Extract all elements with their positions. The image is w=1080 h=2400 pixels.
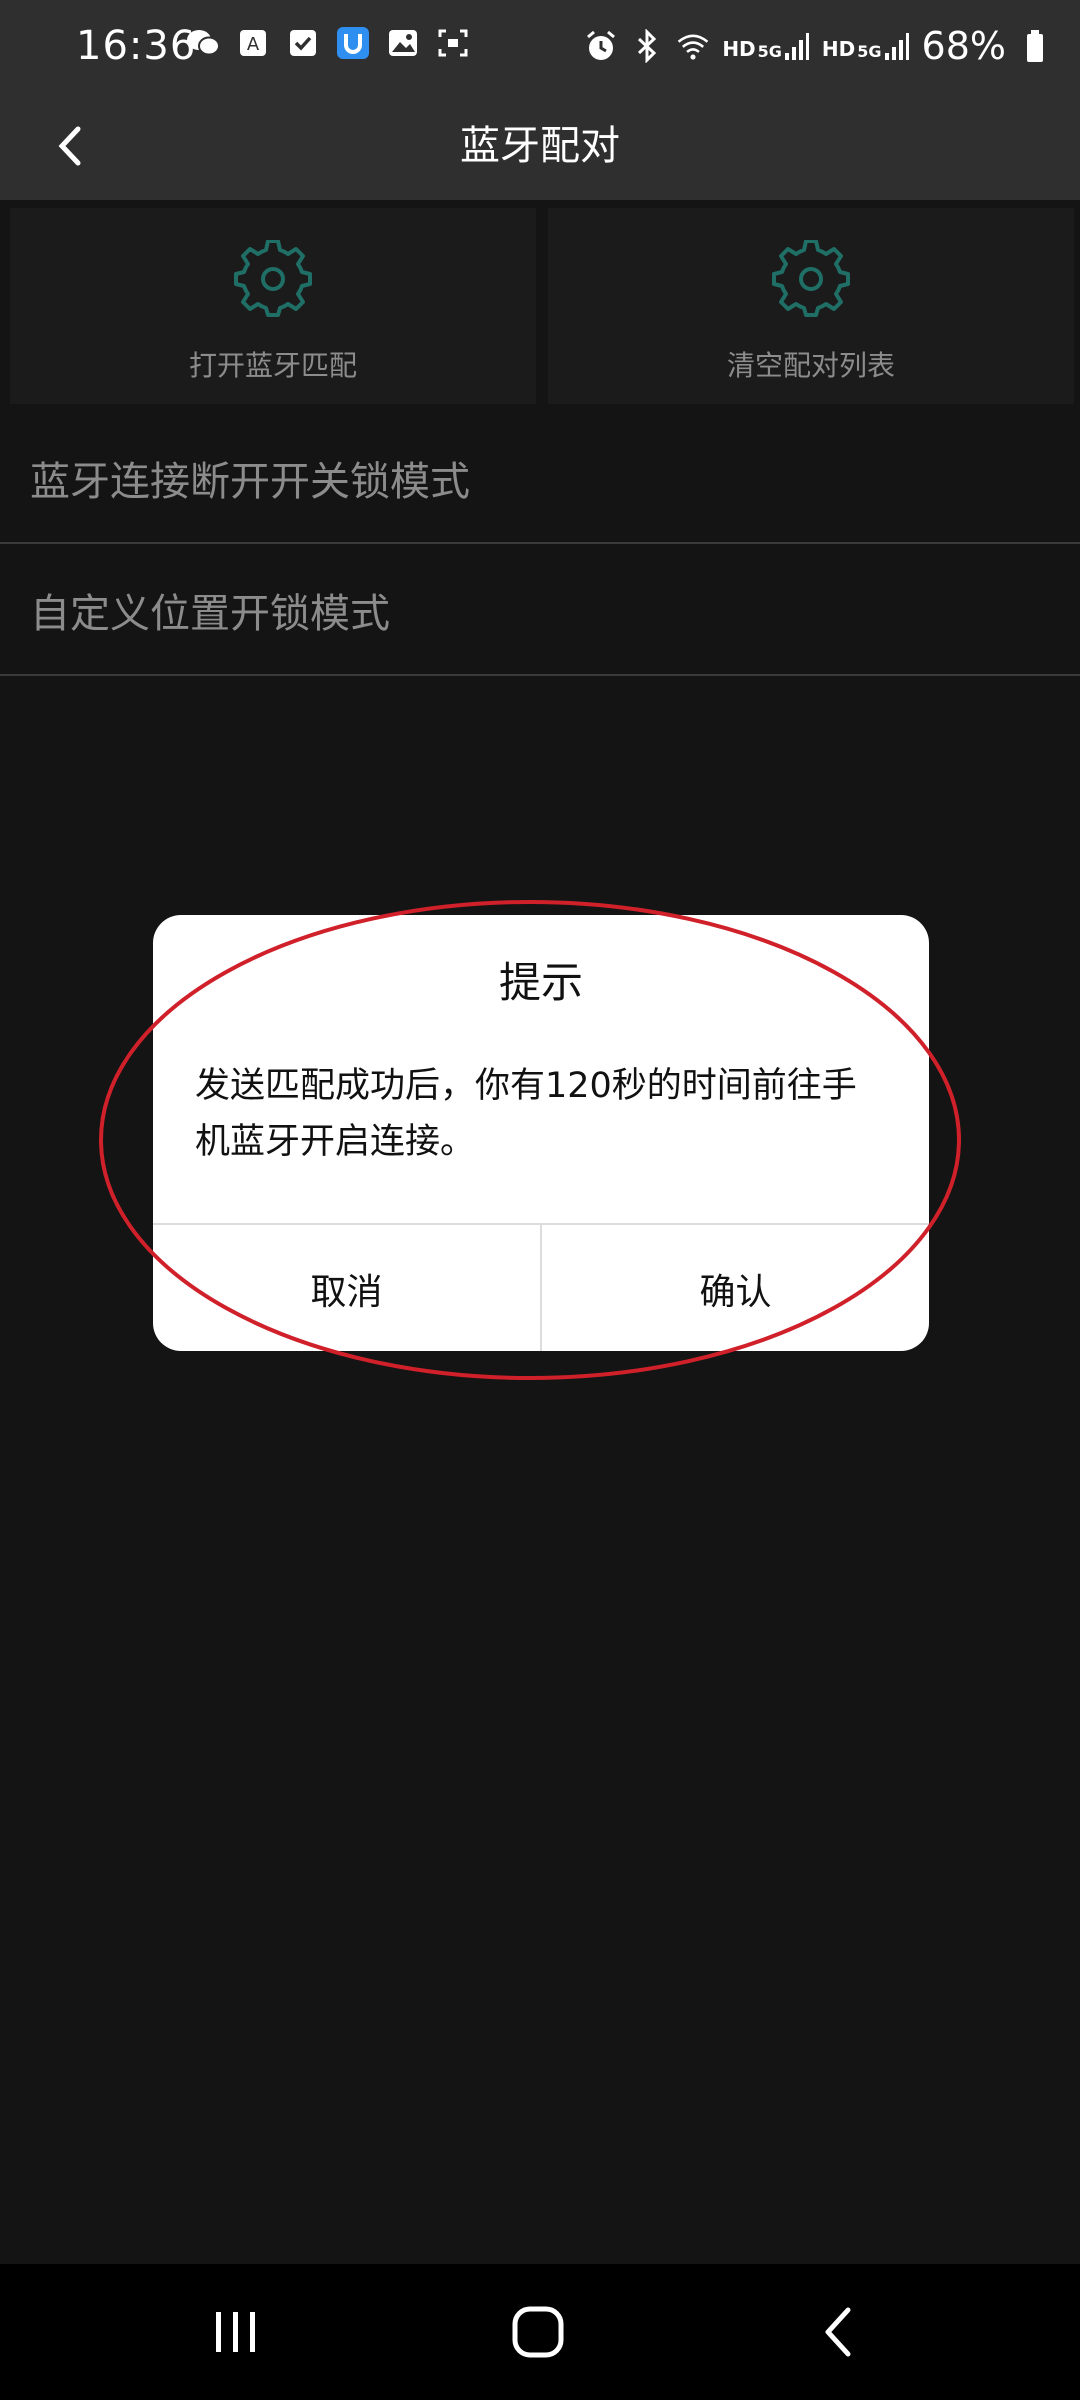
dialog-actions: 取消 确认 — [153, 1223, 929, 1351]
hd-5g-signal-icon: HD 5G — [722, 31, 810, 61]
list-item-label: 自定义位置开锁模式 — [30, 591, 390, 637]
tile-label-clear-list: 清空配对列表 — [726, 349, 895, 382]
checkbox-icon — [286, 26, 320, 60]
app-bar: 蓝牙配对 — [0, 92, 1080, 200]
wifi-icon — [676, 29, 710, 63]
bluetooth-icon — [630, 29, 664, 63]
alarm-icon — [584, 29, 618, 63]
tile-label-open-pairing: 打开蓝牙匹配 — [188, 349, 357, 382]
home-button[interactable] — [488, 2292, 588, 2372]
action-tiles: 打开蓝牙匹配 清空配对列表 — [0, 200, 1080, 412]
recent-apps-icon — [216, 2312, 255, 2352]
screenshot-icon — [436, 26, 470, 60]
open-bluetooth-pairing-tile[interactable]: 打开蓝牙匹配 — [10, 208, 536, 404]
page-title: 蓝牙配对 — [460, 123, 620, 169]
status-time: 16:36 — [76, 23, 197, 69]
wechat-icon — [186, 26, 220, 60]
list-item-custom-location-unlock-mode[interactable]: 自定义位置开锁模式 — [0, 544, 1080, 676]
confirm-button[interactable]: 确认 — [542, 1225, 929, 1351]
back-icon — [825, 2307, 851, 2357]
battery-percent: 68% — [921, 24, 1006, 68]
gear-icon — [234, 240, 312, 317]
list-item-bluetooth-disconnect-lock-mode[interactable]: 蓝牙连接断开开关锁模式 — [0, 412, 1080, 544]
gallery-icon — [386, 26, 420, 60]
prompt-dialog: 提示 发送匹配成功后，你有120秒的时间前往手机蓝牙开启连接。 取消 确认 — [153, 915, 929, 1351]
cancel-button[interactable]: 取消 — [153, 1225, 542, 1351]
nav-back-button[interactable] — [790, 2292, 890, 2372]
home-icon — [512, 2306, 564, 2358]
translate-icon: A — [236, 26, 270, 60]
status-right-icons: HD 5G HD 5G 68% — [584, 22, 1052, 70]
hd-5g-signal-icon: HD 5G — [822, 31, 910, 61]
dialog-message: 发送匹配成功后，你有120秒的时间前往手机蓝牙开启连接。 — [195, 1066, 857, 1162]
navigation-bar — [0, 2264, 1080, 2400]
gear-icon — [772, 240, 850, 317]
svg-text:A: A — [247, 34, 260, 55]
recent-apps-button[interactable] — [186, 2292, 286, 2372]
battery-icon — [1018, 29, 1052, 63]
status-left-icons: A — [186, 26, 470, 60]
dialog-title: 提示 — [498, 958, 583, 1007]
clear-pairing-list-tile[interactable]: 清空配对列表 — [548, 208, 1074, 404]
list-item-label: 蓝牙连接断开开关锁模式 — [30, 459, 470, 505]
screen: 16:36 A HD 5G HD 5G 68% 蓝牙配对 打开蓝牙匹配 清空配对… — [0, 0, 1080, 2400]
status-bar: 16:36 A HD 5G HD 5G 68% — [0, 0, 1080, 92]
shield-app-icon — [336, 26, 370, 60]
